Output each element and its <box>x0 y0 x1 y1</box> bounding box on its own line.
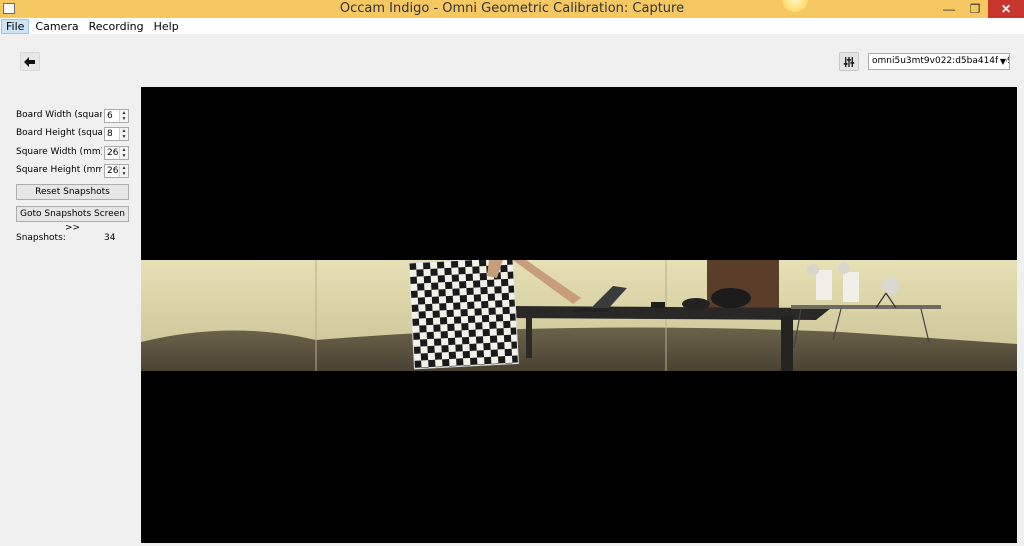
close-icon: ✕ <box>1000 2 1012 16</box>
board-height-row: Board Height (squares- 8 ▲▼ <box>16 127 131 142</box>
spinner-arrows-icon[interactable]: ▲ ▼ <box>119 110 128 122</box>
close-button[interactable]: ✕ <box>988 0 1024 18</box>
square-height-spinner[interactable]: 26 ▲ ▼ <box>104 164 129 178</box>
menu-camera[interactable]: Camera <box>31 19 82 34</box>
reset-snapshots-button[interactable]: Reset Snapshots <box>16 184 129 200</box>
arrow-left-icon <box>24 56 35 67</box>
board-height-spinner[interactable]: 8 ▲ ▼ <box>104 127 129 141</box>
chevron-down-icon: ▼ <box>997 54 1006 69</box>
device-select[interactable]: omni5u3mt9v022:d5ba414ffb9c5c ▼ <box>868 53 1010 70</box>
camera-feed-image <box>141 260 1017 371</box>
back-button[interactable] <box>20 52 40 71</box>
square-height-row: Square Height (mm): 26 ▲ ▼ <box>16 164 131 179</box>
menu-bar: File Camera Recording Help <box>0 18 1024 34</box>
square-height-label: Square Height (mm): <box>16 165 102 175</box>
snapshots-count: 34 <box>104 233 116 243</box>
square-height-value: 26 <box>107 166 119 176</box>
square-width-row: Square Width (mm): 26 ▲ ▼ <box>16 146 131 161</box>
sliders-icon <box>843 56 855 67</box>
board-height-label: Board Height (squares- <box>16 128 102 138</box>
board-width-spinner[interactable]: 6 ▲ ▼ <box>104 109 129 123</box>
board-width-value: 6 <box>107 111 113 121</box>
snapshots-label: Snapshots: <box>16 233 66 243</box>
device-select-value: omni5u3mt9v022:d5ba414ffb9c5c <box>872 56 1009 66</box>
spinner-arrows-icon[interactable]: ▲ ▼ <box>119 147 128 159</box>
menu-recording[interactable]: Recording <box>85 19 148 34</box>
goto-snapshots-button[interactable]: Goto Snapshots Screen >> <box>16 206 129 233</box>
menu-help[interactable]: Help <box>150 19 183 34</box>
minimize-icon: — <box>943 2 955 16</box>
board-width-label: Board Width (squares- <box>16 110 102 120</box>
restore-icon: ❐ <box>969 2 981 16</box>
spinner-arrows-icon[interactable]: ▲ ▼ <box>119 128 128 140</box>
title-bar: Occam Indigo - Omni Geometric Calibratio… <box>0 0 1024 18</box>
board-width-row: Board Width (squares- 6 ▲▼ <box>16 109 131 124</box>
menu-file[interactable]: File <box>1 18 30 34</box>
square-width-spinner[interactable]: 26 ▲ ▼ <box>104 146 129 160</box>
spinner-arrows-icon[interactable]: ▲ ▼ <box>119 165 128 177</box>
square-width-value: 26 <box>107 148 119 158</box>
camera-view[interactable] <box>141 87 1017 543</box>
minimize-button[interactable]: — <box>936 0 962 18</box>
square-width-label: Square Width (mm): <box>16 147 102 157</box>
maximize-button[interactable]: ❐ <box>962 0 988 18</box>
window-title: Occam Indigo - Omni Geometric Calibratio… <box>339 1 685 16</box>
board-height-value: 8 <box>107 129 113 139</box>
settings-button[interactable] <box>839 52 859 71</box>
